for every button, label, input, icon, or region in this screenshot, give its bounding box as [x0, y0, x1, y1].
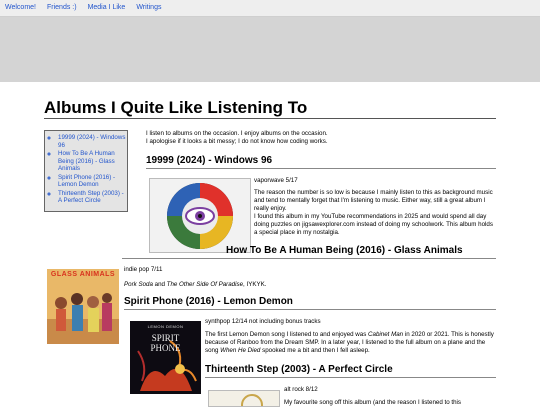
toc-item: Thirteenth Step (2003) - A Perfect Circl…	[58, 190, 127, 205]
album-body-lemon-demon: The first Lemon Demon song I listened to…	[205, 331, 494, 354]
toc-item: 19999 (2024) - Windows 96	[58, 134, 127, 149]
album-heading-perfect-circle: Thirteenth Step (2003) - A Perfect Circl…	[205, 364, 393, 375]
header-banner	[0, 17, 540, 82]
section-divider	[124, 309, 496, 310]
album-heading-lemon-demon: Spirit Phone (2016) - Lemon Demon	[124, 296, 293, 307]
toc-link-perfect-circle[interactable]: Thirteenth Step (2003) - A Perfect Circl…	[58, 190, 124, 205]
toc-item: How To Be A Human Being (2016) - Glass A…	[58, 150, 127, 173]
album-meta-perfect-circle: alt rock 8/12	[284, 386, 318, 393]
toc-link-windows96[interactable]: 19999 (2024) - Windows 96	[58, 134, 125, 149]
album-cover-artist-text: LEMON DEMON	[147, 324, 184, 329]
page-title: Albums I Quite Like Listening To	[44, 98, 308, 117]
top-navigation: Welcome! Friends :) Media I Like Writing…	[0, 0, 540, 17]
section-divider	[205, 377, 496, 378]
album-body-perfect-circle: My favourite song off this album (and th…	[284, 399, 462, 406]
album-body-windows96-2: I found this album in my YouTube recomme…	[254, 213, 493, 236]
album-meta-windows96: vaporwave 5/17	[254, 177, 298, 184]
album-cover-title-phone: PHONE	[150, 343, 181, 353]
nav-link-friends[interactable]: Friends :)	[42, 0, 83, 16]
section-divider	[122, 258, 496, 259]
toc-link-glass-animals[interactable]: How To Be A Human Being (2016) - Glass A…	[58, 150, 115, 172]
nav-link-writings[interactable]: Writings	[131, 0, 167, 16]
album-heading-glass-animals: How To Be A Human Being (2016) - Glass A…	[226, 245, 463, 256]
album-cover-thirteenth-step	[208, 390, 280, 407]
intro-line-2: I apologise if it looks a bit messy; I d…	[146, 138, 328, 145]
album-cover-title-spirit: SPIRIT	[151, 333, 180, 343]
toc-link-lemon-demon[interactable]: Spirit Phone (2016) - Lemon Demon	[58, 174, 115, 189]
table-of-contents: 19999 (2024) - Windows 96 How To Be A Hu…	[44, 130, 128, 212]
title-divider	[44, 118, 496, 119]
album-body-glass-animals: Pork Soda and The Other Side Of Paradise…	[124, 281, 267, 288]
album-cover-windows96	[149, 178, 251, 253]
toc-item: Spirit Phone (2016) - Lemon Demon	[58, 174, 127, 189]
album-body-windows96: The reason the number is so low is becau…	[254, 189, 493, 212]
album-heading-windows96: 19999 (2024) - Windows 96	[146, 155, 273, 166]
nav-link-media[interactable]: Media I Like	[83, 0, 132, 16]
nav-link-welcome[interactable]: Welcome!	[0, 0, 42, 16]
intro-line-1: I listen to albums on the occasion. I en…	[146, 130, 328, 137]
album-cover-glass-animals: GLASS ANIMALS	[46, 268, 120, 345]
album-cover-title-glass-animals: GLASS ANIMALS	[50, 271, 116, 278]
section-divider	[146, 168, 496, 169]
album-meta-glass-animals: indie pop 7/11	[124, 266, 163, 273]
album-cover-spirit-phone: LEMON DEMON SPIRIT PHONE	[129, 320, 202, 395]
album-meta-lemon-demon: synthpop 12/14 not including bonus track…	[205, 318, 321, 325]
